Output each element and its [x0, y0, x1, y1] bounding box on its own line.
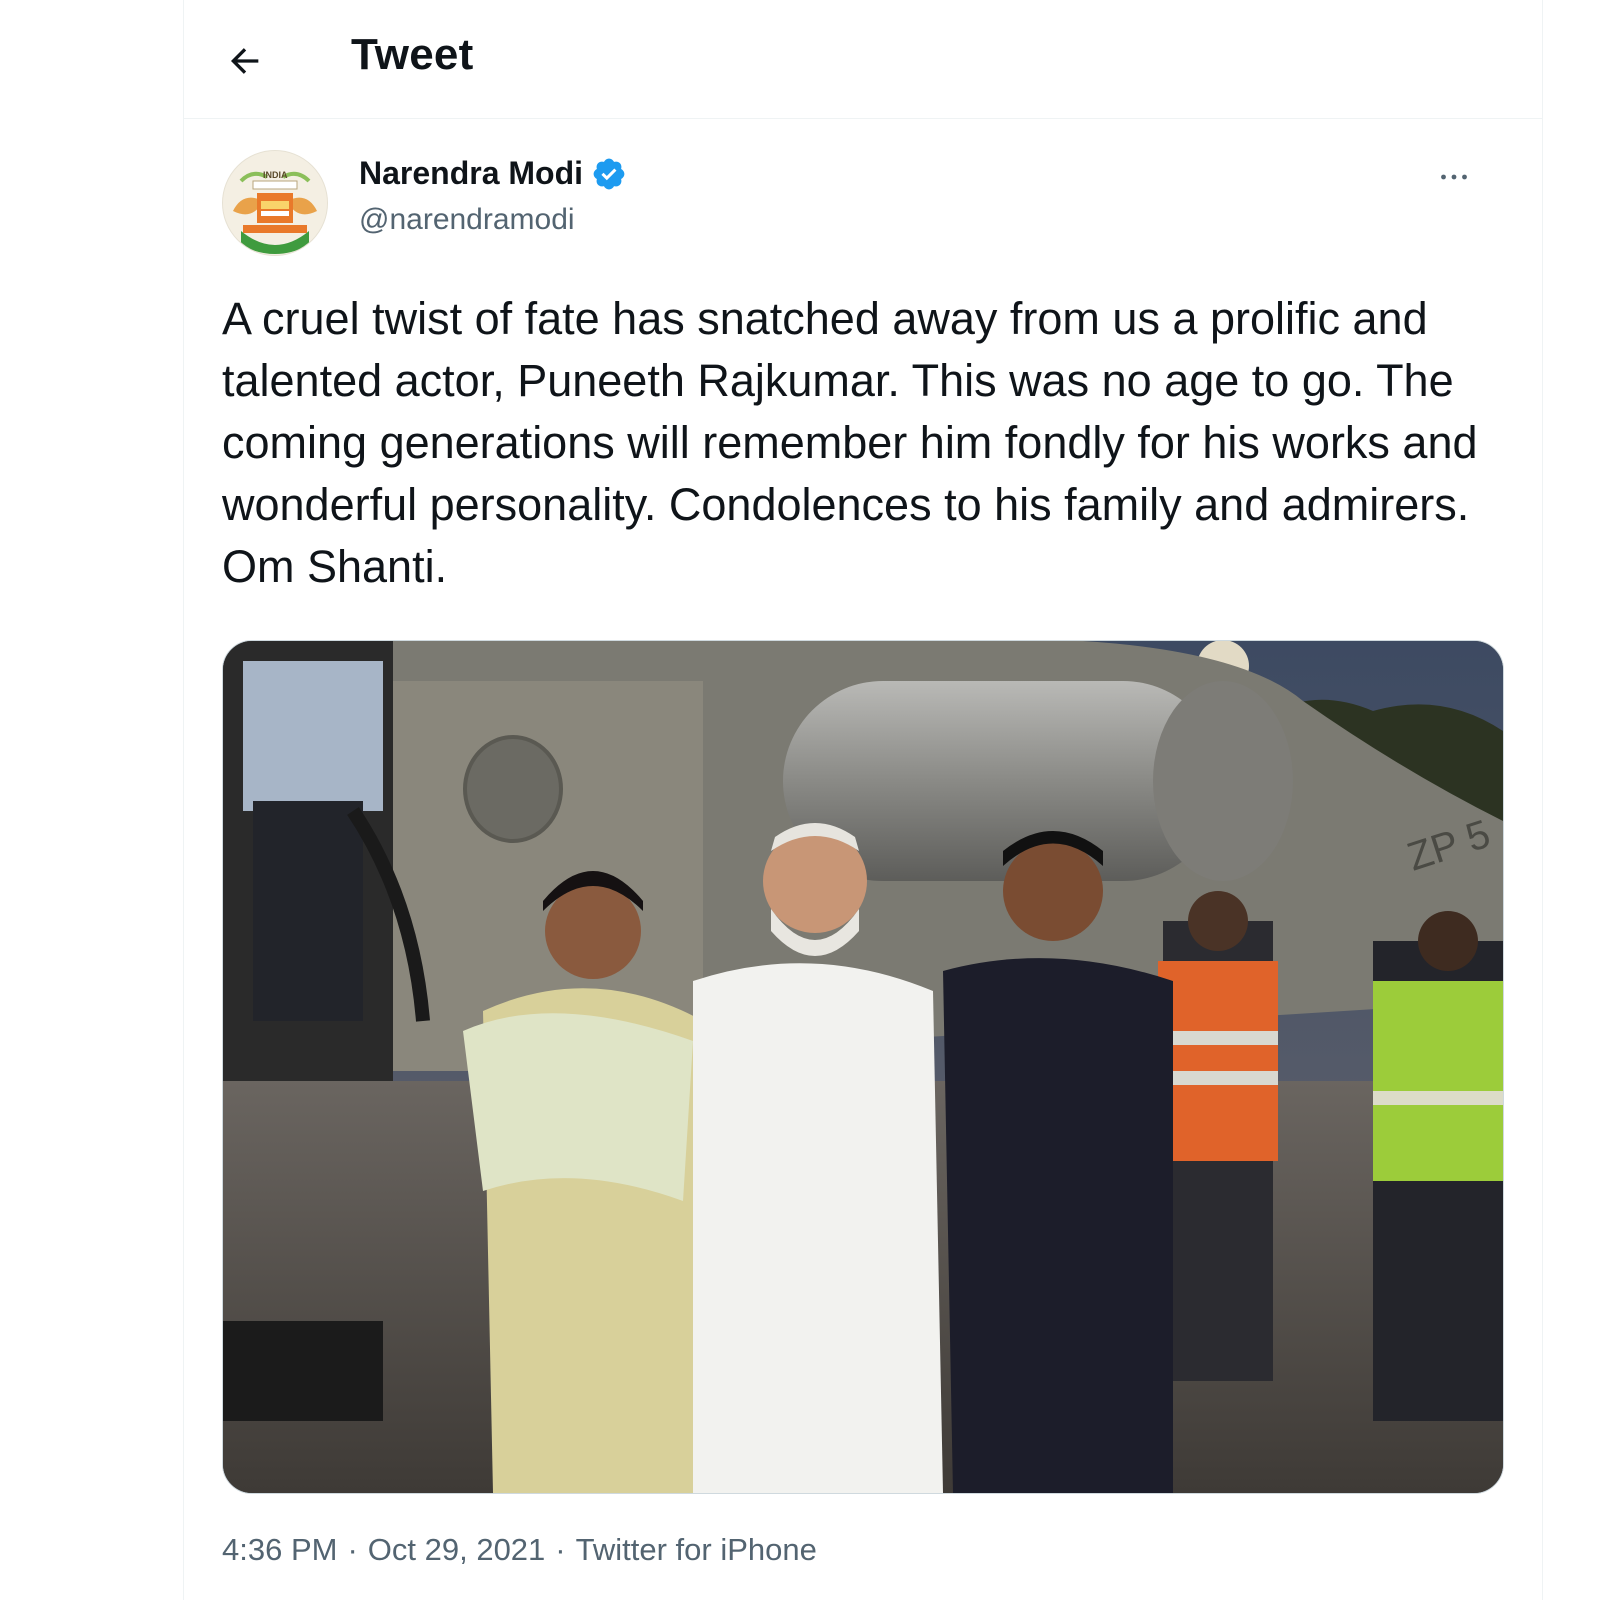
more-button[interactable]: [1432, 155, 1476, 199]
page-title: Tweet: [351, 30, 474, 79]
tweet-timestamp-date[interactable]: Oct 29, 2021: [368, 1532, 546, 1568]
page: Tweet INDIA Narendra Modi @narendramodi …: [0, 0, 1600, 1600]
tweet-photo[interactable]: ZP 5: [222, 640, 1504, 1494]
back-button[interactable]: [220, 36, 270, 86]
tweet-column: Tweet INDIA Narendra Modi @narendramodi …: [183, 0, 1543, 1600]
author-handle[interactable]: @narendramodi: [359, 203, 575, 237]
tweet-timestamp-time[interactable]: 4:36 PM: [222, 1532, 337, 1568]
verified-badge-icon: [593, 158, 625, 189]
meta-separator: ·: [555, 1532, 566, 1567]
meta-separator: ·: [347, 1532, 358, 1567]
tweet-text: A cruel twist of fate has snatched away …: [222, 293, 1478, 592]
ellipsis-icon: [1441, 174, 1467, 180]
tweet-source[interactable]: Twitter for iPhone: [576, 1532, 817, 1568]
tweet-header: Tweet: [184, 0, 1542, 119]
photo-illustration: ZP 5: [223, 641, 1503, 1493]
profile-avatar: [223, 151, 327, 255]
avatar[interactable]: [222, 150, 328, 256]
avatar-text: INDIA: [263, 170, 288, 180]
author-name-row[interactable]: Narendra Modi: [359, 155, 627, 192]
tweet-meta: 4:36 PM · Oct 29, 2021 · Twitter for iPh…: [222, 1532, 817, 1568]
arrow-left-icon: [231, 48, 259, 74]
author-name[interactable]: Narendra Modi: [359, 155, 583, 192]
